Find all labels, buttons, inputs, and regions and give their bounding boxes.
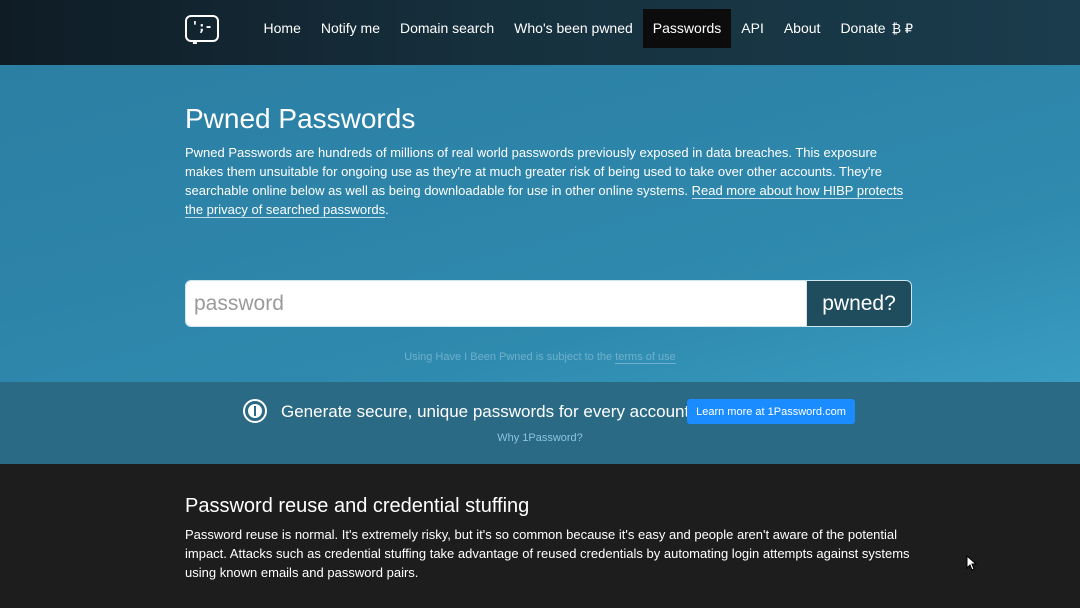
pwned-button[interactable]: pwned? <box>806 281 911 326</box>
nav-item-passwords[interactable]: Passwords <box>642 9 732 48</box>
nav-item-domain-search[interactable]: Domain search <box>390 9 504 48</box>
password-search-form: pwned? <box>185 280 912 327</box>
bitcoin-paypal-icon: ₿ ₽ <box>891 21 913 36</box>
password-input[interactable] <box>186 281 806 326</box>
section-text: Password reuse is normal. It's extremely… <box>185 527 910 580</box>
mouse-cursor-icon <box>966 555 977 571</box>
1password-promo: Generate secure, unique passwords for ev… <box>0 382 1080 464</box>
section-title: Password reuse and credential stuffing <box>185 495 530 517</box>
nav-item-whos-been-pwned[interactable]: Who's been pwned <box>504 9 643 48</box>
nav-item-about[interactable]: About <box>774 9 831 48</box>
nav-links: Home Notify me Domain search Who's been … <box>254 9 923 48</box>
terms-notice: Using Have I Been Pwned is subject to th… <box>0 351 1080 364</box>
terms-of-use-link[interactable]: terms of use <box>615 351 676 364</box>
hero-description: Pwned Passwords are hundreds of millions… <box>185 143 915 219</box>
terms-prefix: Using Have I Been Pwned is subject to th… <box>404 351 616 363</box>
hero-description-end: . <box>385 202 389 217</box>
hero-section: Pwned Passwords Pwned Passwords are hund… <box>0 65 1080 382</box>
nav-item-api[interactable]: API <box>731 9 774 48</box>
why-1password-link[interactable]: Why 1Password? <box>0 432 1080 444</box>
learn-more-1password-button[interactable]: Learn more at 1Password.com <box>687 399 855 424</box>
nav-item-home[interactable]: Home <box>254 9 311 48</box>
nav-item-donate[interactable]: Donate ₿ ₽ <box>830 9 923 48</box>
promo-text: Generate secure, unique passwords for ev… <box>281 402 690 421</box>
nav-item-notify-me[interactable]: Notify me <box>311 9 390 48</box>
donate-label: Donate <box>840 20 886 36</box>
1password-logo-icon <box>243 399 267 423</box>
hibp-logo-icon[interactable]: ';-- <box>185 15 219 51</box>
logo-text: ';-- <box>191 20 212 51</box>
top-navbar: ';-- Home Notify me Domain search Who's … <box>0 0 1080 65</box>
page-title: Pwned Passwords <box>185 103 416 134</box>
